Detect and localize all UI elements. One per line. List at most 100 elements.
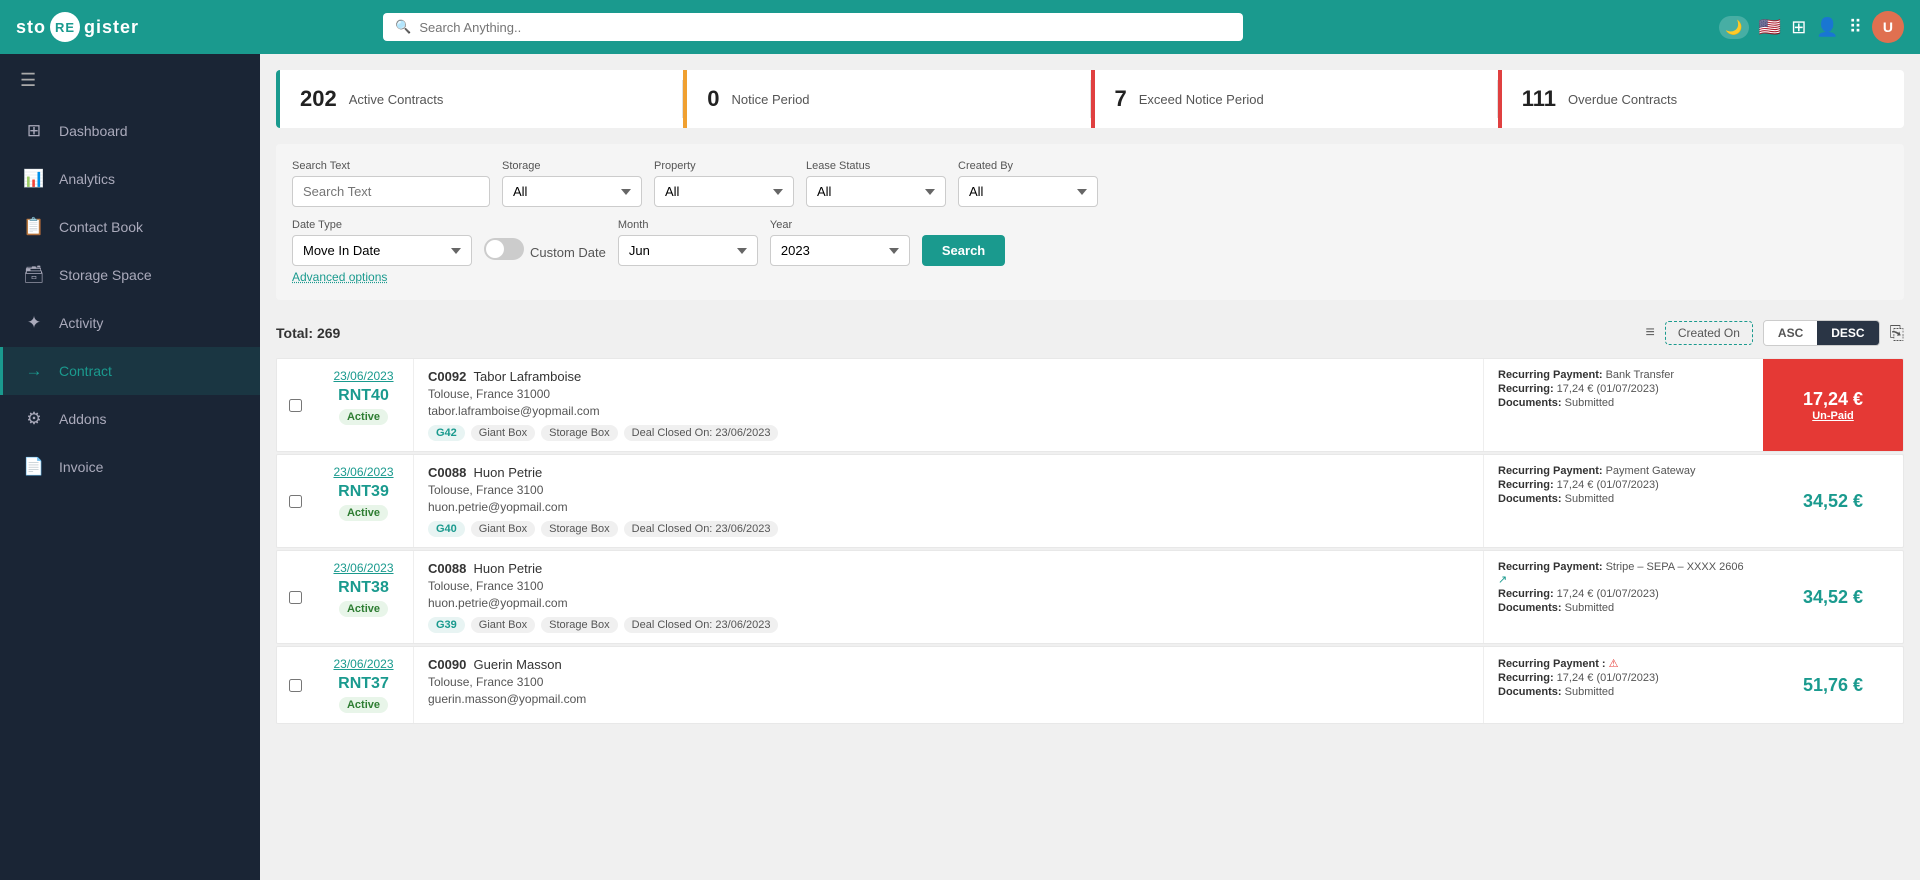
sidebar: ☰ ⊞Dashboard📊Analytics📋Contact Book🗃Stor… xyxy=(0,54,260,880)
deal-closed-tag: Deal Closed On: 23/06/2023 xyxy=(624,521,779,537)
row-checkbox[interactable] xyxy=(289,679,302,692)
stat-label-2: Exceed Notice Period xyxy=(1139,92,1264,107)
apps-icon[interactable]: ⠿ xyxy=(1849,17,1862,38)
date-type-group: Date Type Move In Date xyxy=(292,219,472,266)
sidebar-label-addons: Addons xyxy=(59,411,106,427)
custom-date-label: Custom Date xyxy=(530,245,606,260)
sidebar-item-storage-space[interactable]: 🗃Storage Space xyxy=(0,251,260,299)
dashboard-icon: ⊞ xyxy=(23,121,45,141)
grid-icon[interactable]: ⊞ xyxy=(1791,17,1806,38)
stat-label-1: Notice Period xyxy=(732,92,810,107)
avatar[interactable]: U xyxy=(1872,11,1904,43)
sidebar-item-analytics[interactable]: 📊Analytics xyxy=(0,155,260,203)
row-checkbox[interactable] xyxy=(289,399,302,412)
tag-0: G39 xyxy=(428,617,465,633)
share-icon[interactable]: ⎘ xyxy=(1890,323,1904,344)
filter-icon[interactable]: ≡ xyxy=(1646,324,1655,342)
contract-date[interactable]: 23/06/2023 xyxy=(333,561,393,575)
contract-date[interactable]: 23/06/2023 xyxy=(333,465,393,479)
storage-group: Storage All xyxy=(502,160,642,207)
sidebar-nav: ⊞Dashboard📊Analytics📋Contact Book🗃Storag… xyxy=(0,107,260,491)
recurring-payment-line: Recurring Payment: Bank Transfer xyxy=(1498,369,1749,381)
deal-closed-tag: Deal Closed On: 23/06/2023 xyxy=(624,617,779,633)
theme-toggle[interactable]: 🌙 xyxy=(1719,16,1748,39)
row-checkbox[interactable] xyxy=(289,591,302,604)
stripe-link-icon[interactable]: ↗ xyxy=(1498,574,1507,586)
table-row: 23/06/2023 RNT37 Active C0090 Guerin Mas… xyxy=(276,646,1904,724)
contract-location: Tolouse, France 3100 xyxy=(428,483,1469,497)
contract-date[interactable]: 23/06/2023 xyxy=(333,657,393,671)
amount-value: 51,76 € xyxy=(1803,675,1863,696)
property-label: Property xyxy=(654,160,794,172)
sort-buttons: ASC DESC xyxy=(1763,320,1880,346)
recurring-payment-line: Recurring Payment: Payment Gateway xyxy=(1498,465,1749,477)
storage-select[interactable]: All xyxy=(502,176,642,207)
contract-rnt: RNT38 xyxy=(338,579,389,597)
contract-email: guerin.masson@yopmail.com xyxy=(428,692,1469,706)
row-checkbox-cell xyxy=(277,551,314,643)
sidebar-item-contact-book[interactable]: 📋Contact Book xyxy=(0,203,260,251)
tag-2: Storage Box xyxy=(541,425,618,441)
contract-location: Tolouse, France 31000 xyxy=(428,387,1469,401)
documents-line: Documents: Submitted xyxy=(1498,397,1749,409)
contract-id: C0088 xyxy=(428,465,466,480)
sidebar-label-contact-book: Contact Book xyxy=(59,219,143,235)
search-text-input[interactable] xyxy=(292,176,490,207)
page-layout: ☰ ⊞Dashboard📊Analytics📋Contact Book🗃Stor… xyxy=(0,54,1920,740)
activity-icon: ✦ xyxy=(23,313,45,333)
stat-item-3: 111Overdue Contracts xyxy=(1498,70,1904,128)
filter-panel: Search Text Storage All Property All xyxy=(276,144,1904,300)
created-on-badge[interactable]: Created On xyxy=(1665,321,1753,345)
row-right-cell: Recurring Payment: Bank Transfer Recurri… xyxy=(1483,359,1763,451)
documents-line: Documents: Submitted xyxy=(1498,686,1749,698)
search-icon: 🔍 xyxy=(395,19,411,35)
row-right-cell: Recurring Payment : ⚠ Recurring: 17,24 €… xyxy=(1483,647,1763,723)
contract-rnt: RNT40 xyxy=(338,387,389,405)
contract-email: huon.petrie@yopmail.com xyxy=(428,596,1469,610)
contract-id: C0090 xyxy=(428,657,466,672)
user-icon[interactable]: 👤 xyxy=(1816,17,1838,38)
month-select[interactable]: Jun xyxy=(618,235,758,266)
sidebar-item-activity[interactable]: ✦ Activity xyxy=(0,299,260,347)
sidebar-label-activity: Activity xyxy=(59,315,103,331)
tag-1: Giant Box xyxy=(471,521,535,537)
search-text-label: Search Text xyxy=(292,160,490,172)
created-by-select[interactable]: All xyxy=(958,176,1098,207)
contract-date[interactable]: 23/06/2023 xyxy=(333,369,393,383)
sidebar-item-addons[interactable]: ⚙ Addons xyxy=(0,395,260,443)
sidebar-item-dashboard[interactable]: ⊞Dashboard xyxy=(0,107,260,155)
sidebar-item-invoice[interactable]: 📄Invoice xyxy=(0,443,260,491)
row-checkbox-cell xyxy=(277,359,314,451)
flag-icon[interactable]: 🇺🇸 xyxy=(1759,17,1781,38)
tag-1: Giant Box xyxy=(471,425,535,441)
stat-item-2: 7Exceed Notice Period xyxy=(1091,70,1497,128)
storage-space-icon: 🗃 xyxy=(23,265,45,285)
date-type-select[interactable]: Move In Date xyxy=(292,235,472,266)
logo-text-gister: gister xyxy=(84,17,139,38)
unpaid-label[interactable]: Un-Paid xyxy=(1812,410,1854,422)
search-button[interactable]: Search xyxy=(922,235,1005,266)
app-logo[interactable]: sto RE gister xyxy=(16,12,139,42)
sort-desc-button[interactable]: DESC xyxy=(1817,321,1878,345)
table-row: 23/06/2023 RNT39 Active C0088 Huon Petri… xyxy=(276,454,1904,548)
row-left-cell: 23/06/2023 RNT40 Active xyxy=(314,359,414,451)
property-group: Property All xyxy=(654,160,794,207)
property-select[interactable]: All xyxy=(654,176,794,207)
row-checkbox[interactable] xyxy=(289,495,302,508)
recurring-line: Recurring: 17,24 € (01/07/2023) xyxy=(1498,479,1749,491)
addons-icon: ⚙ xyxy=(23,409,45,429)
sort-asc-button[interactable]: ASC xyxy=(1764,321,1817,345)
custom-date-toggle[interactable] xyxy=(484,238,524,260)
row-left-cell: 23/06/2023 RNT39 Active xyxy=(314,455,414,547)
global-search-bar[interactable]: 🔍 xyxy=(383,13,1243,41)
nav-icons-group: 🌙 🇺🇸 ⊞ 👤 ⠿ U xyxy=(1719,11,1904,43)
row-checkbox-cell xyxy=(277,455,314,547)
month-group: Month Jun xyxy=(618,219,758,266)
row-checkbox-cell xyxy=(277,647,314,723)
advanced-options-link[interactable]: Advanced options xyxy=(292,270,1888,284)
year-select[interactable]: 2023 xyxy=(770,235,910,266)
sidebar-item-contract[interactable]: →Contract xyxy=(0,347,260,395)
lease-status-select[interactable]: All xyxy=(806,176,946,207)
search-input[interactable] xyxy=(419,20,1231,35)
sidebar-menu-toggle[interactable]: ☰ xyxy=(0,54,260,107)
